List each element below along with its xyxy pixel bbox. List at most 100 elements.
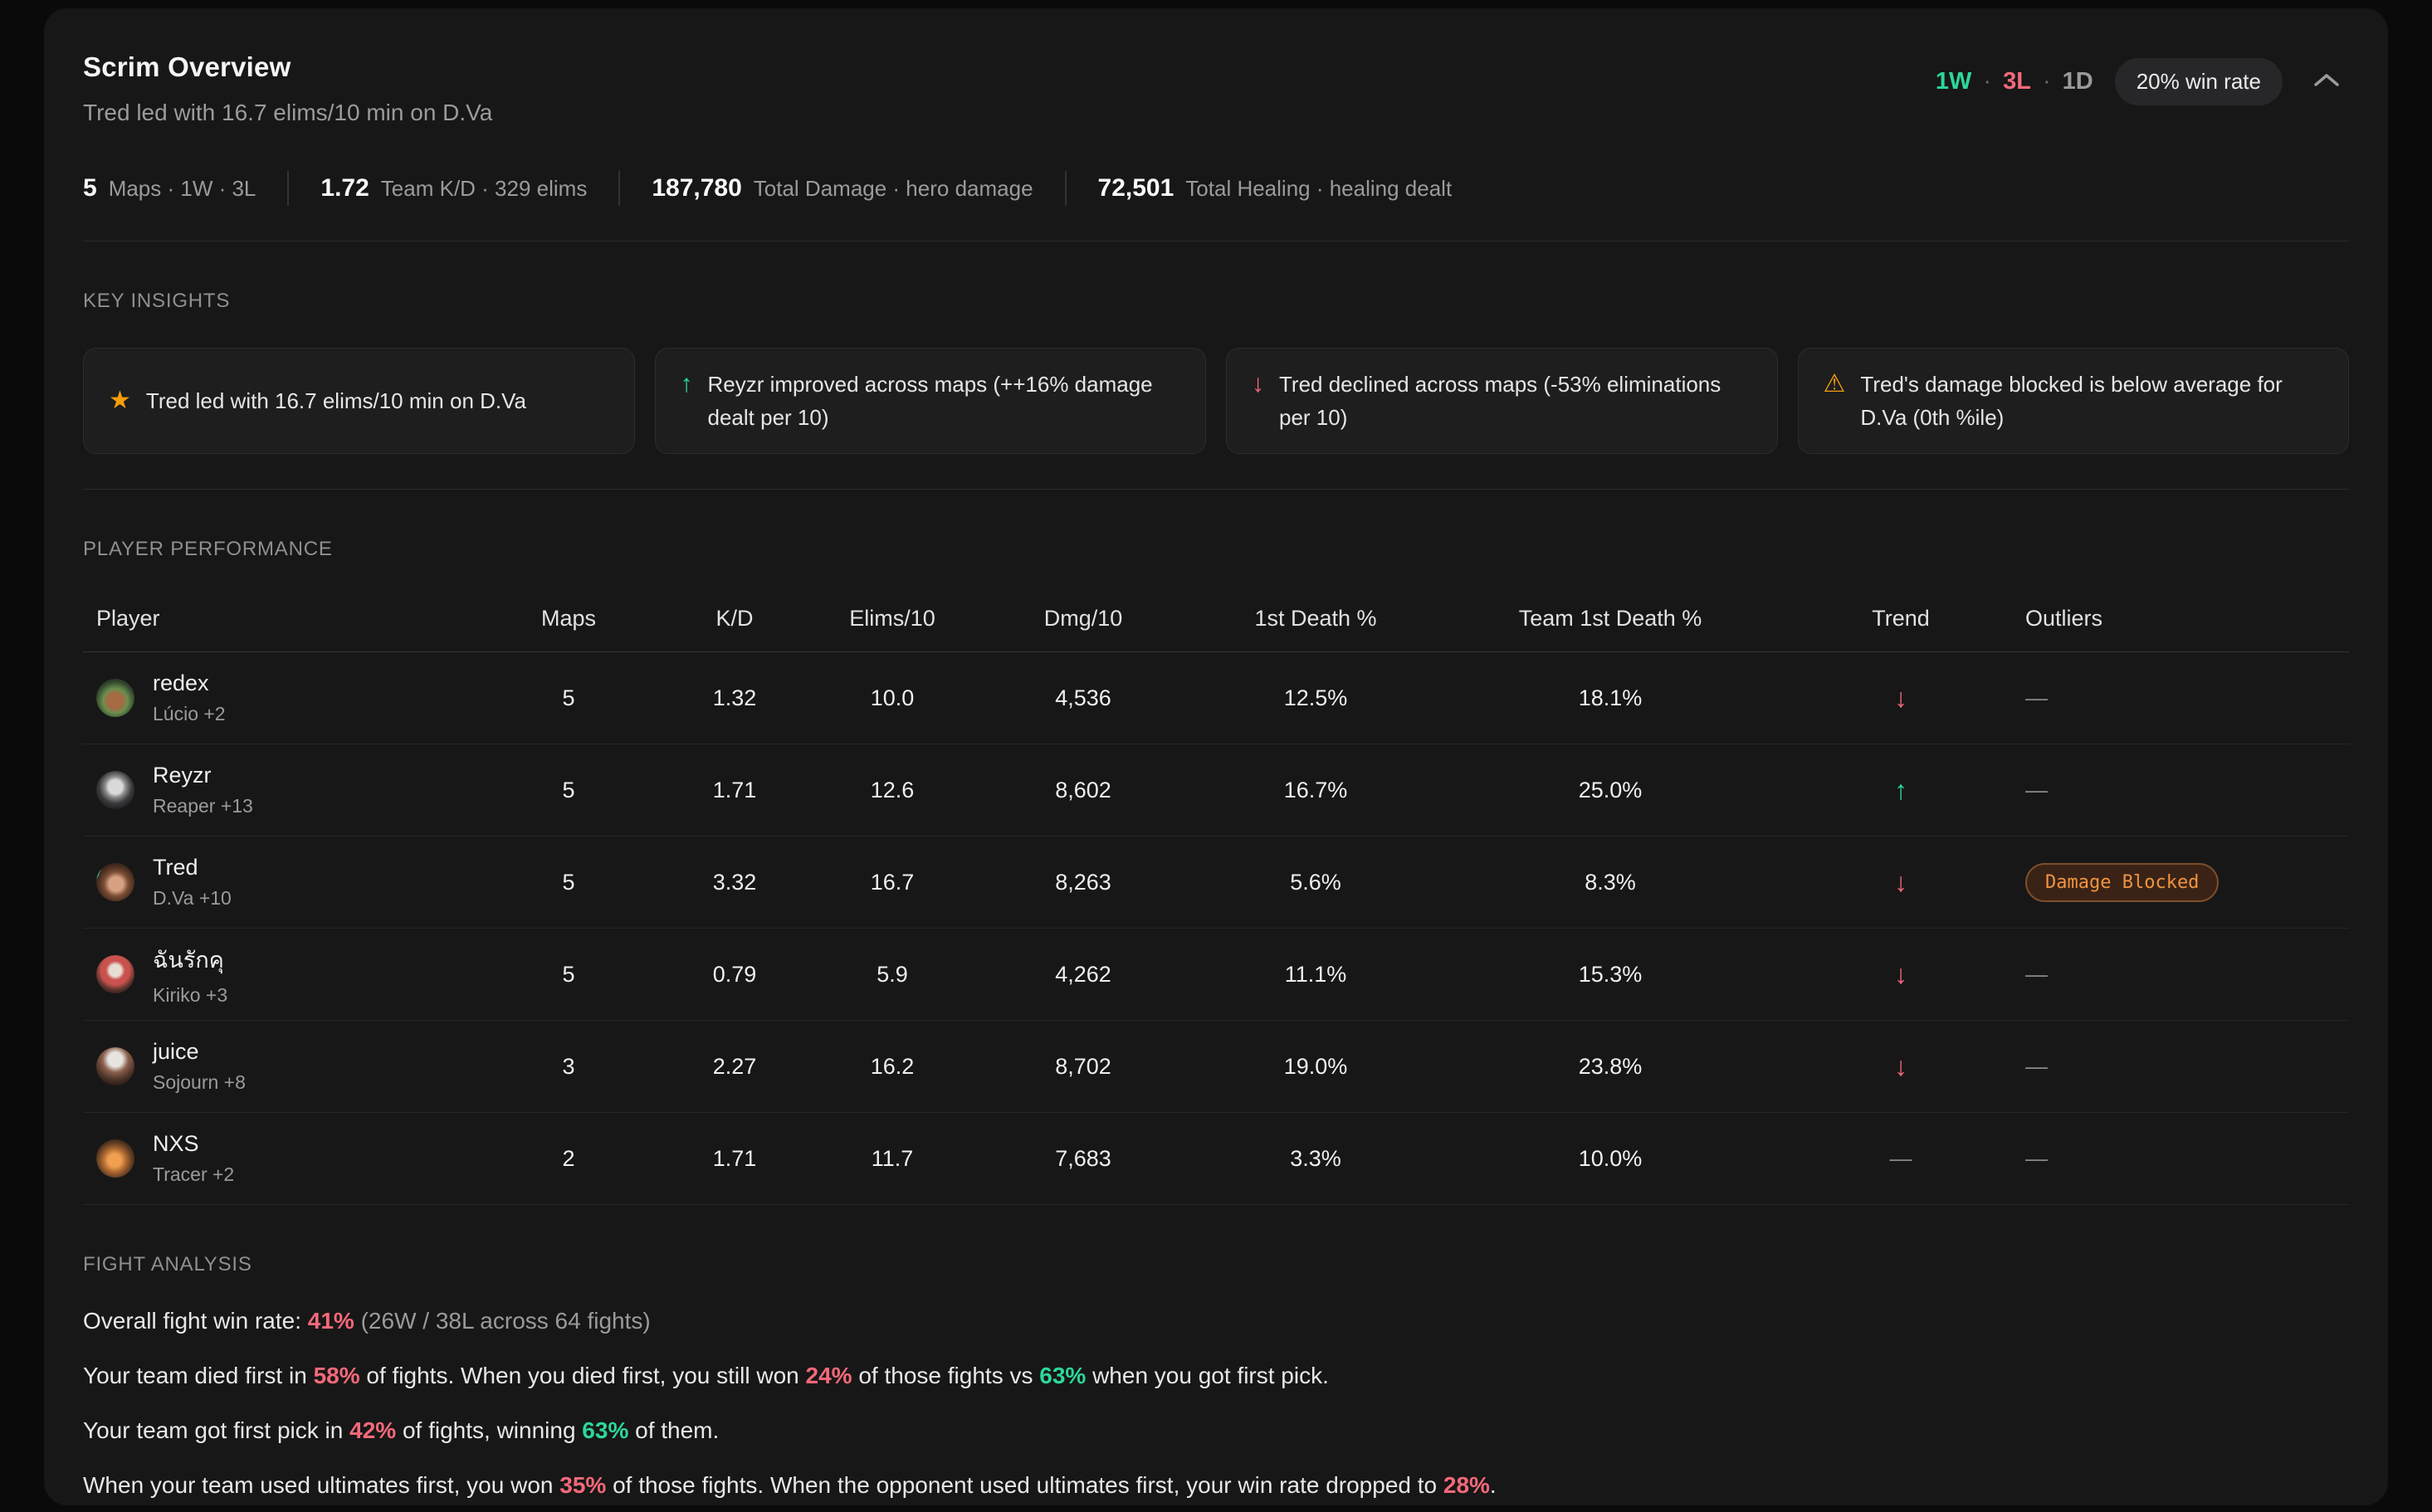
chevron-up-icon — [2312, 71, 2341, 92]
trend-down-icon: ↓ — [1776, 1051, 2025, 1082]
outlier-badge: Damage Blocked — [2025, 863, 2219, 902]
cell-outliers: — — [2025, 778, 2349, 803]
stat-divider — [1065, 171, 1067, 206]
summary-stat: 5 Maps · 1W · 3L — [83, 174, 256, 202]
win-rate-badge: 20% win rate — [2115, 58, 2283, 105]
fight-text: of fights. When you died first, you stil… — [360, 1363, 806, 1388]
fight-stat-red: 58% — [314, 1363, 360, 1388]
fight-stat-muted: (26W / 38L across 64 fights) — [354, 1308, 651, 1334]
fight-text: of fights, winning — [396, 1417, 582, 1443]
column-header-1st-death-: 1st Death % — [1187, 606, 1444, 632]
insight-card: ⚠ Tred's damage blocked is below average… — [1798, 348, 2350, 454]
column-header-elims-10: Elims/10 — [805, 606, 979, 632]
table-body: redex Lúcio +2 5 1.32 10.0 4,536 12.5% 1… — [83, 652, 2349, 1205]
table-row[interactable]: ฉันรักคุ Kiriko +3 5 0.79 5.9 4,262 11.1… — [83, 929, 2349, 1021]
dva-avatar — [96, 863, 134, 901]
fight-analysis-line: Your team died first in 58% of fights. W… — [83, 1361, 2349, 1391]
insight-text: Reyzr improved across maps (++16% damage… — [708, 368, 1181, 434]
trend-down-icon: ↓ — [1776, 867, 2025, 898]
player-name: redex — [153, 671, 226, 696]
tracer-avatar — [96, 1139, 134, 1178]
player-name: Reyzr — [153, 763, 253, 788]
stat-value: 187,780 — [652, 174, 741, 202]
table-row[interactable]: Tred D.Va +10 5 3.32 16.7 8,263 5.6% 8.3… — [83, 836, 2349, 929]
insight-text: Tred's damage blocked is below average f… — [1860, 368, 2323, 434]
fight-analysis: Overall fight win rate: 41% (26W / 38L a… — [83, 1306, 2349, 1500]
trend-down-icon: ↓ — [1776, 683, 2025, 714]
cell-maps: 5 — [473, 778, 664, 803]
table-row[interactable]: redex Lúcio +2 5 1.32 10.0 4,536 12.5% 1… — [83, 652, 2349, 744]
player-heroes: D.Va +10 — [153, 887, 232, 910]
cell-maps: 5 — [473, 685, 664, 711]
cell-first-death: 12.5% — [1187, 685, 1444, 711]
cell-team-first-death: 15.3% — [1444, 962, 1776, 988]
stat-label: Maps · 1W · 3L — [109, 176, 256, 202]
fight-text: of them. — [628, 1417, 719, 1443]
fight-text: of those fights vs — [852, 1363, 1040, 1388]
cell-outliers: — — [2025, 1146, 2349, 1172]
record-wins: 1W — [1936, 68, 1972, 95]
fight-text: when you got first pick. — [1086, 1363, 1329, 1388]
player-name: juice — [153, 1039, 246, 1065]
cell-dmg10: 8,263 — [979, 870, 1187, 895]
player-cell: Reyzr Reaper +13 — [83, 763, 473, 817]
table-row[interactable]: Reyzr Reaper +13 5 1.71 12.6 8,602 16.7%… — [83, 744, 2349, 836]
summary-stats: 5 Maps · 1W · 3L 1.72 Team K/D · 329 eli… — [83, 171, 2349, 206]
record-separator: · — [2043, 68, 2051, 95]
player-performance-label: PLAYER PERFORMANCE — [83, 538, 2349, 561]
fight-analysis-line: Your team got first pick in 42% of fight… — [83, 1416, 2349, 1446]
key-insights-label: KEY INSIGHTS — [83, 290, 2349, 313]
cell-maps: 2 — [473, 1146, 664, 1172]
cell-first-death: 3.3% — [1187, 1146, 1444, 1172]
fight-stat-red: 28% — [1443, 1472, 1490, 1498]
record-separator: · — [1983, 68, 1991, 95]
summary-stat: 187,780 Total Damage · hero damage — [652, 174, 1033, 202]
stat-value: 5 — [83, 174, 97, 202]
player-cell: Tred D.Va +10 — [83, 855, 473, 910]
fight-stat-green: 63% — [1039, 1363, 1086, 1388]
player-performance-table: PlayerMapsK/DElims/10Dmg/101st Death %Te… — [83, 589, 2349, 1205]
arrow-up-icon: ↑ — [681, 368, 693, 401]
stat-divider — [618, 171, 620, 206]
cell-maps: 3 — [473, 1054, 664, 1080]
column-header-trend: Trend — [1776, 606, 2025, 632]
table-row[interactable]: juice Sojourn +8 3 2.27 16.2 8,702 19.0%… — [83, 1021, 2349, 1113]
cell-kd: 1.71 — [664, 778, 805, 803]
player-name: ฉันรักคุ — [153, 942, 227, 978]
player-cell: redex Lúcio +2 — [83, 671, 473, 725]
reaper-avatar — [96, 771, 134, 809]
cell-elims10: 10.0 — [805, 685, 979, 711]
table-row[interactable]: NXS Tracer +2 2 1.71 11.7 7,683 3.3% 10.… — [83, 1113, 2349, 1205]
column-header-k-d: K/D — [664, 606, 805, 632]
fight-analysis-line: Overall fight win rate: 41% (26W / 38L a… — [83, 1306, 2349, 1336]
header-right: 1W · 3L · 1D 20% win rate — [1936, 58, 2349, 105]
scrim-overview-panel: Scrim Overview Tred led with 16.7 elims/… — [44, 8, 2388, 1505]
outlier-none: — — [2025, 778, 2048, 802]
sojourn-avatar — [96, 1047, 134, 1085]
cell-team-first-death: 25.0% — [1444, 778, 1776, 803]
insight-text: Tred led with 16.7 elims/10 min on D.Va — [146, 384, 526, 417]
cell-kd: 3.32 — [664, 870, 805, 895]
column-header-outliers: Outliers — [2025, 606, 2349, 632]
outlier-none: — — [2025, 1146, 2048, 1171]
fight-text: Your team got first pick in — [83, 1417, 349, 1443]
divider — [83, 489, 2349, 490]
cell-elims10: 12.6 — [805, 778, 979, 803]
cell-kd: 2.27 — [664, 1054, 805, 1080]
record-draws: 1D — [2063, 68, 2093, 95]
cell-outliers: — — [2025, 962, 2349, 988]
record-losses: 3L — [2003, 68, 2031, 95]
player-heroes: Kiriko +3 — [153, 984, 227, 1007]
fight-stat-red: 42% — [349, 1417, 396, 1443]
outlier-none: — — [2025, 1054, 2048, 1079]
cell-elims10: 11.7 — [805, 1146, 979, 1172]
player-heroes: Lúcio +2 — [153, 703, 226, 725]
insight-text: Tred declined across maps (-53% eliminat… — [1279, 368, 1752, 434]
player-heroes: Sojourn +8 — [153, 1071, 246, 1094]
star-icon: ★ — [109, 384, 131, 417]
cell-first-death: 19.0% — [1187, 1054, 1444, 1080]
collapse-button[interactable] — [2304, 65, 2349, 99]
match-record: 1W · 3L · 1D — [1936, 68, 2093, 95]
cell-team-first-death: 18.1% — [1444, 685, 1776, 711]
trend-up-icon: ↑ — [1776, 775, 2025, 806]
